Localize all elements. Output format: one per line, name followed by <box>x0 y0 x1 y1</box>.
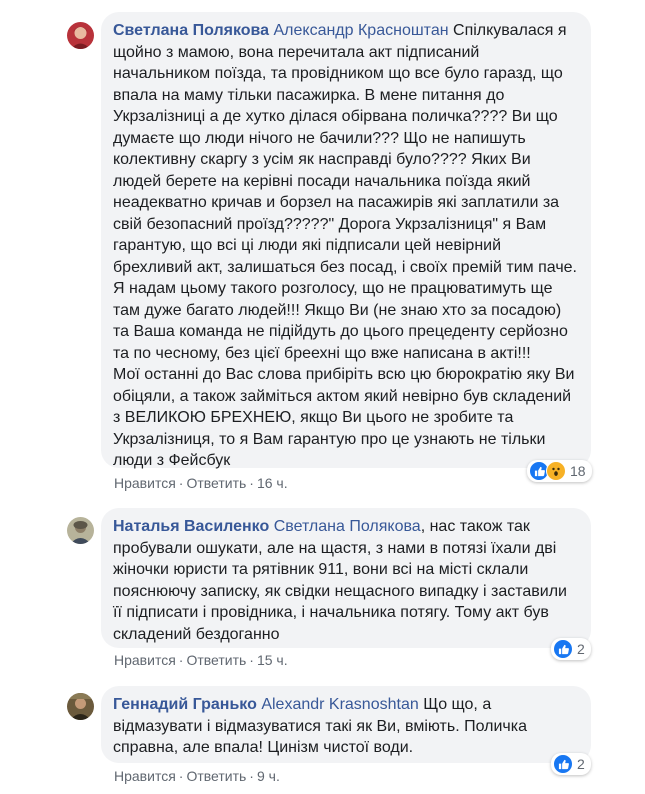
comment-timestamp[interactable]: 9 ч. <box>257 768 280 784</box>
reply-button[interactable]: Ответить <box>186 652 246 668</box>
separator: · <box>249 475 254 491</box>
like-icon <box>553 754 573 774</box>
reaction-summary[interactable]: 2 <box>551 638 591 660</box>
like-button[interactable]: Нравится <box>114 475 176 491</box>
separator: · <box>178 475 184 491</box>
reaction-summary[interactable]: 18 <box>527 460 592 482</box>
avatar[interactable] <box>67 22 94 49</box>
separator: · <box>249 768 254 784</box>
avatar[interactable] <box>67 517 94 544</box>
comment-actions: Нравится · Ответить · 15 ч. <box>114 652 288 668</box>
comment-bubble: Наталья Василенко Светлана Полякова, нас… <box>101 508 591 648</box>
comment-bubble: Светлана Полякова Александр Красноштан С… <box>101 12 591 469</box>
separator: · <box>249 652 254 668</box>
comment-author[interactable]: Светлана Полякова <box>113 22 269 39</box>
comment-mention[interactable]: Александр Красноштан <box>273 22 448 39</box>
like-button[interactable]: Нравится <box>114 768 176 784</box>
reaction-count: 2 <box>577 641 585 657</box>
comment-text: Спілкувалася я щойно з мамою, вона переч… <box>113 22 577 469</box>
like-icon <box>553 639 573 659</box>
wow-icon <box>546 461 566 481</box>
comment-mention[interactable]: Светлана Полякова <box>274 518 421 535</box>
reaction-summary[interactable]: 2 <box>551 753 591 775</box>
separator: · <box>178 768 184 784</box>
reply-button[interactable]: Ответить <box>186 768 246 784</box>
comment-text: , нас також так пробували ошукати, але н… <box>113 518 572 643</box>
comment-bubble: Геннадий Гранько Alexandr Krasnoshtan Що… <box>101 686 591 763</box>
comment-actions: Нравится · Ответить · 16 ч. <box>114 475 288 491</box>
like-button[interactable]: Нравится <box>114 652 176 668</box>
comment-actions: Нравится · Ответить · 9 ч. <box>114 768 280 784</box>
comment-author[interactable]: Геннадий Гранько <box>113 696 257 713</box>
reaction-count: 18 <box>570 463 586 479</box>
comment-author[interactable]: Наталья Василенко <box>113 518 269 535</box>
avatar[interactable] <box>67 693 94 720</box>
reaction-count: 2 <box>577 756 585 772</box>
comment-timestamp[interactable]: 15 ч. <box>257 652 288 668</box>
comment-timestamp[interactable]: 16 ч. <box>257 475 288 491</box>
comment-mention[interactable]: Alexandr Krasnoshtan <box>261 696 418 713</box>
separator: · <box>178 652 184 668</box>
reply-button[interactable]: Ответить <box>186 475 246 491</box>
